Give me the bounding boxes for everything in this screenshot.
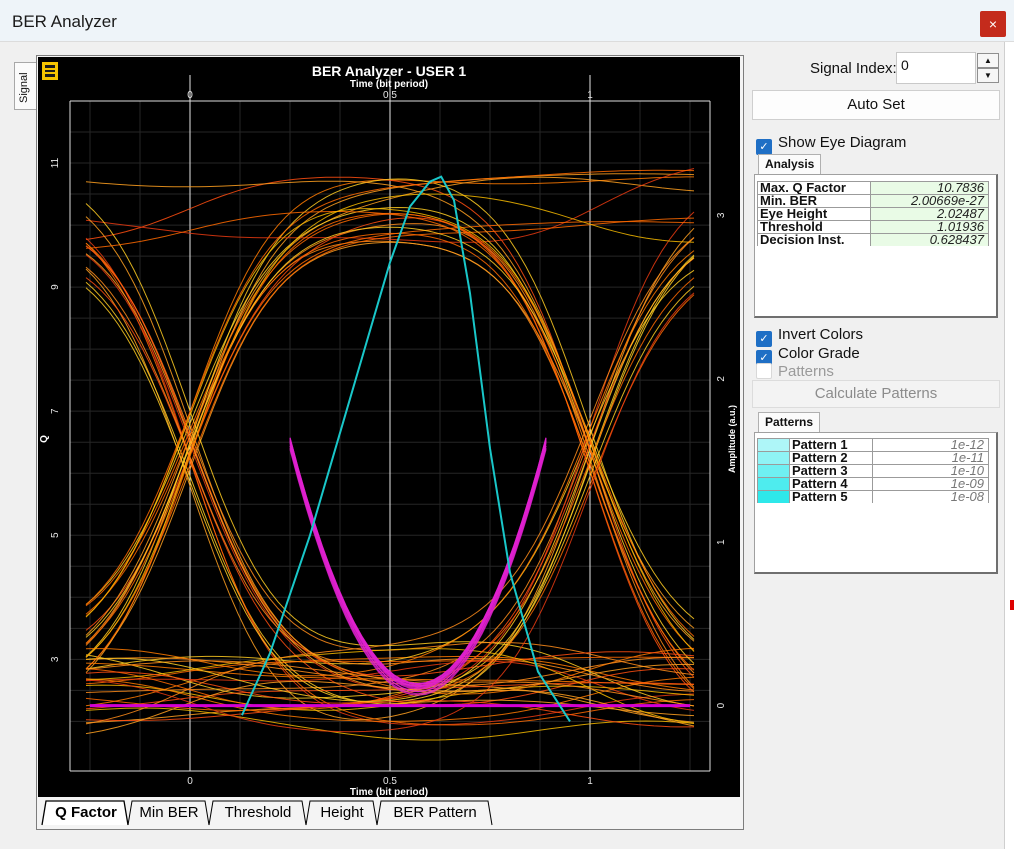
table-row: Pattern 5 1e-08: [757, 490, 993, 503]
pattern-name: Pattern 5: [789, 490, 873, 503]
table-row: Eye Height 2.02487: [757, 207, 993, 220]
close-button[interactable]: ×: [980, 11, 1006, 37]
tab-height[interactable]: Height: [308, 800, 376, 825]
calculate-patterns-button[interactable]: Calculate Patterns: [752, 380, 1000, 408]
q-tick-label: 3: [50, 656, 61, 662]
ber-analyzer-window: BER Analyzer × Signal 0 0 0.5 0.5 1 1 11 9 7 5 3 3 2…: [0, 0, 1014, 849]
x-axis-label-bottom: Time (bit period): [350, 787, 428, 797]
table-row: Pattern 4 1e-09: [757, 477, 993, 490]
signal-index-stepper: ▲ ▼: [976, 52, 1000, 84]
table-row: Pattern 3 1e-10: [757, 464, 993, 477]
spin-up-icon[interactable]: ▲: [977, 53, 999, 68]
pattern-color-swatch: [757, 451, 789, 464]
tab-signal-label: Signal: [18, 72, 30, 103]
signal-index-input[interactable]: 0: [896, 52, 976, 84]
pattern-name: Pattern 3: [789, 464, 873, 477]
pattern-color-swatch: [757, 464, 789, 477]
color-grade-label: Color Grade: [778, 345, 860, 362]
analysis-value: 10.7836: [871, 181, 989, 194]
pattern-value: 1e-11: [873, 451, 989, 464]
patterns-checkbox[interactable]: Patterns: [756, 363, 834, 381]
analysis-value: 2.00669e-27: [871, 194, 989, 207]
x-tick-label-bottom: 0: [187, 776, 193, 787]
patterns-table: Pattern 1 1e-12 Pattern 2 1e-11 Pattern …: [754, 432, 998, 574]
plot-area[interactable]: 0 0 0.5 0.5 1 1 11 9 7 5 3 3 2 1 0 BER Analyzer - USER …: [38, 57, 740, 797]
background-red-mark: [1010, 600, 1014, 610]
spin-down-icon[interactable]: ▼: [977, 68, 999, 83]
analysis-value: 1.01936: [871, 220, 989, 233]
pattern-value: 1e-12: [873, 438, 989, 451]
pattern-name: Pattern 2: [789, 451, 873, 464]
analysis-table: Max. Q Factor 10.7836 Min. BER 2.00669e-…: [754, 174, 998, 318]
settings-panel: Signal Index: 0 ▲ ▼ Auto Set ✓ Show Eye D…: [750, 50, 1002, 830]
analysis-name: Eye Height: [757, 207, 871, 220]
tab-ber-pattern[interactable]: BER Pattern: [380, 800, 490, 825]
q-tick-label: 11: [50, 157, 61, 168]
signal-index-label: Signal Index:: [810, 60, 897, 77]
patterns-check-label: Patterns: [778, 363, 834, 380]
amplitude-tick-label: 1: [716, 539, 727, 545]
q-tick-label: 7: [50, 408, 61, 414]
window-title: BER Analyzer: [12, 12, 117, 31]
tab-threshold[interactable]: Threshold: [212, 800, 304, 825]
tab-min-ber[interactable]: Min BER: [130, 800, 208, 825]
background-window-edge: [1004, 42, 1014, 849]
x-tick-label-bottom: 0.5: [383, 776, 397, 787]
pattern-color-swatch: [757, 490, 789, 503]
bottom-tab-bar: Q Factor Min BER Threshold Height BER Pa…: [40, 800, 740, 826]
y-axis-label-right: Amplitude (a.u.): [727, 405, 737, 473]
pattern-value: 1e-08: [873, 490, 989, 503]
analysis-value: 0.628437: [871, 233, 989, 246]
analysis-name: Max. Q Factor: [757, 181, 871, 194]
tab-analysis[interactable]: Analysis: [758, 154, 822, 174]
chart-settings-icon[interactable]: [42, 62, 58, 80]
table-row: Threshold 1.01936: [757, 220, 993, 233]
show-eye-diagram-label: Show Eye Diagram: [778, 134, 907, 151]
pattern-value: 1e-09: [873, 477, 989, 490]
chart-title: BER Analyzer - USER 1: [312, 63, 467, 79]
eye-diagram-chart: 000.50.5111197533210BER Analyzer - USER …: [39, 63, 737, 797]
x-axis-label-top: Time (bit period): [350, 79, 428, 90]
tab-patterns[interactable]: Patterns: [758, 412, 821, 432]
table-row: Pattern 1 1e-12: [757, 438, 993, 451]
pattern-value: 1e-10: [873, 464, 989, 477]
empty-checkbox-icon: [756, 363, 772, 379]
tab-q-factor[interactable]: Q Factor: [46, 800, 126, 825]
auto-set-button[interactable]: Auto Set: [752, 90, 1000, 120]
amplitude-tick-label: 3: [716, 212, 727, 218]
pattern-name: Pattern 1: [789, 438, 873, 451]
color-grade-checkbox[interactable]: ✓ Color Grade: [756, 345, 860, 366]
analysis-name: Threshold: [757, 220, 871, 233]
title-bar: BER Analyzer ×: [0, 0, 1014, 42]
tab-signal[interactable]: Signal: [14, 62, 36, 110]
pattern-color-swatch: [757, 477, 789, 490]
table-row: Pattern 2 1e-11: [757, 451, 993, 464]
checkmark-icon: ✓: [756, 139, 772, 155]
x-tick-label-top: 0: [187, 90, 193, 101]
y-axis-label-left: Q: [39, 435, 50, 443]
invert-colors-label: Invert Colors: [778, 326, 864, 343]
amplitude-tick-label: 0: [716, 702, 727, 708]
table-row: Min. BER 2.00669e-27: [757, 194, 993, 207]
analysis-name: Decision Inst.: [757, 233, 871, 246]
q-tick-label: 9: [50, 284, 61, 290]
analysis-value: 2.02487: [871, 207, 989, 220]
pattern-color-swatch: [757, 438, 789, 451]
q-tick-label: 5: [50, 532, 61, 538]
analysis-name: Min. BER: [757, 194, 871, 207]
x-tick-label-top: 0.5: [383, 90, 397, 101]
x-tick-label-top: 1: [587, 90, 593, 101]
pattern-name: Pattern 4: [789, 477, 873, 490]
table-row: Max. Q Factor 10.7836: [757, 181, 993, 194]
x-tick-label-bottom: 1: [587, 776, 593, 787]
amplitude-tick-label: 2: [716, 376, 727, 382]
table-row: Decision Inst. 0.628437: [757, 233, 993, 246]
invert-colors-checkbox[interactable]: ✓ Invert Colors: [756, 326, 864, 347]
show-eye-diagram-checkbox[interactable]: ✓ Show Eye Diagram: [756, 134, 907, 155]
